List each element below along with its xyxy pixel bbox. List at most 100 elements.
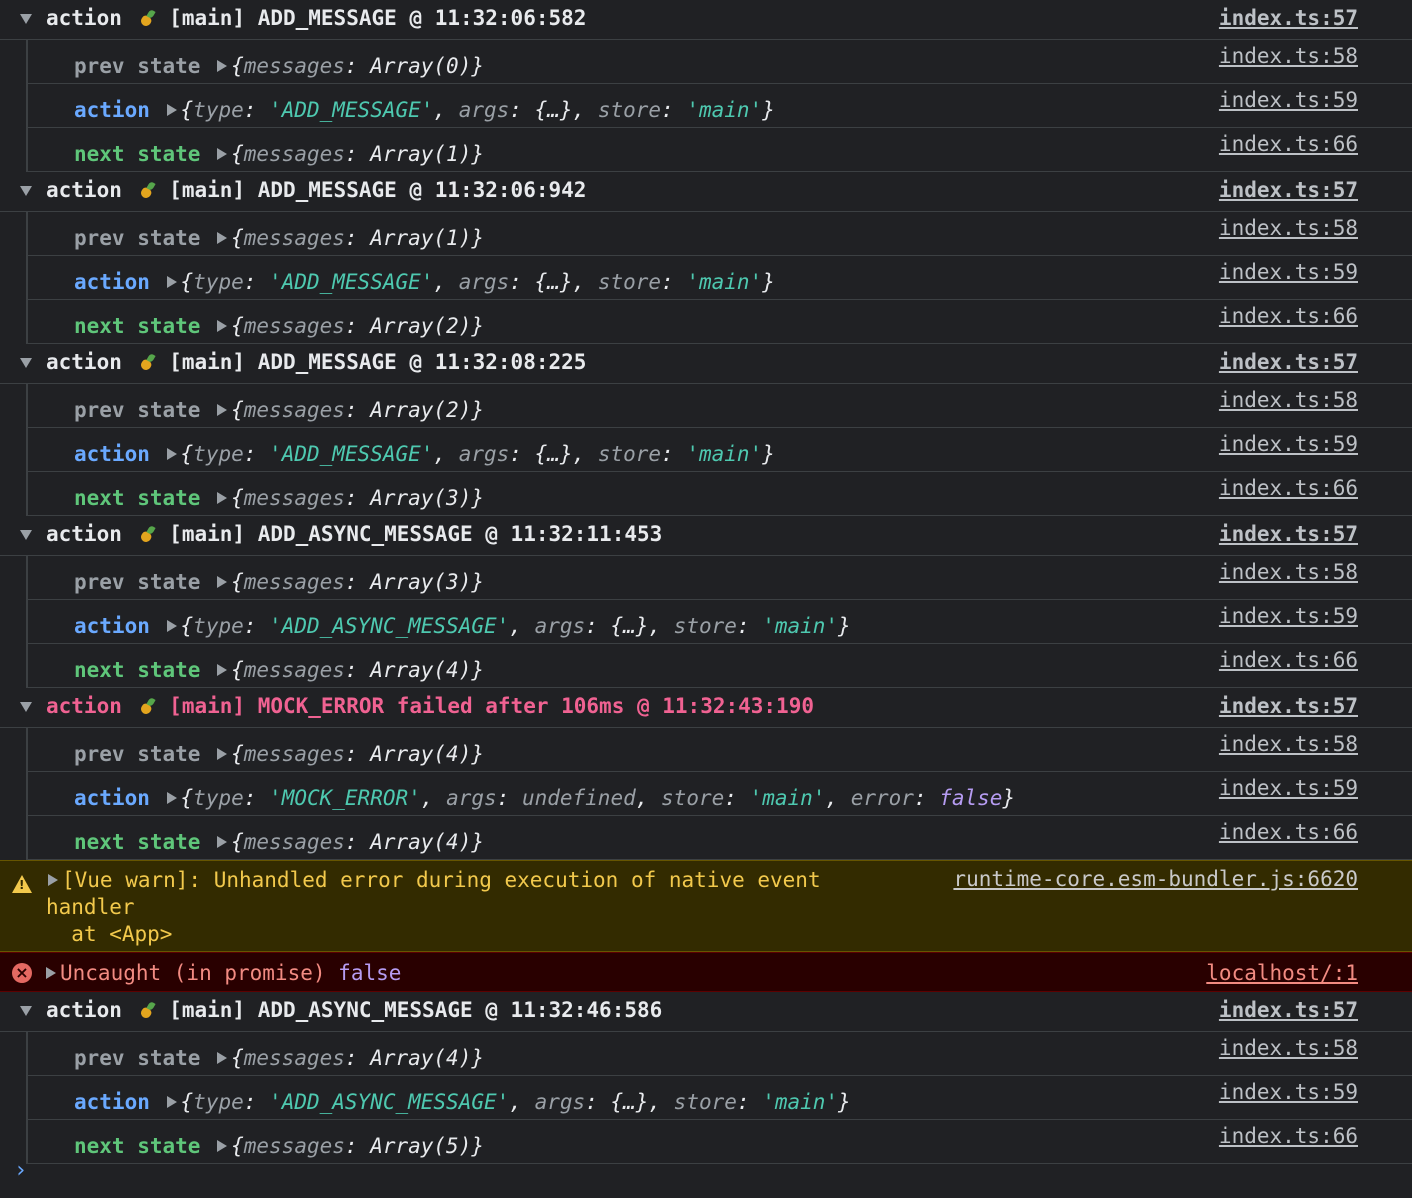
source-link[interactable]: index.ts:58	[1219, 732, 1358, 756]
source-link[interactable]: index.ts:59	[1219, 88, 1358, 112]
expand-triangle-icon[interactable]	[217, 1139, 228, 1152]
expand-triangle-icon[interactable]	[217, 835, 228, 848]
action-value[interactable]: {type: 'ADD_ASYNC_MESSAGE', args: {…}, s…	[181, 1090, 851, 1114]
source-link[interactable]: index.ts:57	[1219, 522, 1358, 546]
source-link[interactable]: index.ts:59	[1219, 776, 1358, 800]
expand-triangle-icon[interactable]	[217, 747, 228, 760]
group-header[interactable]: action [main] ADD_MESSAGE @ 11:32:06:942…	[0, 172, 1412, 212]
next-state-value[interactable]: {messages: Array(1)}	[231, 142, 484, 166]
source-link[interactable]: localhost/:1	[1206, 961, 1358, 985]
next-state-row: next state {messages: Array(1)} index.ts:…	[26, 128, 1412, 172]
source-link[interactable]: index.ts:59	[1219, 604, 1358, 628]
expand-triangle-icon[interactable]	[217, 147, 228, 160]
source-link[interactable]: index.ts:59	[1219, 1080, 1358, 1104]
source-link[interactable]: index.ts:57	[1219, 694, 1358, 718]
action-row: action {type: 'ADD_MESSAGE', args: {…}, …	[26, 428, 1412, 472]
action-value[interactable]: {type: 'ADD_MESSAGE', args: {…}, store: …	[181, 98, 775, 122]
group-header[interactable]: action [main] ADD_MESSAGE @ 11:32:08:225…	[0, 344, 1412, 384]
pineapple-icon	[137, 181, 155, 199]
group-header[interactable]: action [main] ADD_ASYNC_MESSAGE @ 11:32:…	[0, 516, 1412, 556]
expand-triangle-icon[interactable]	[166, 103, 177, 116]
source-link[interactable]: index.ts:57	[1219, 178, 1358, 202]
source-link[interactable]: index.ts:59	[1219, 260, 1358, 284]
prev-state-label: prev state	[74, 1046, 201, 1070]
source-link[interactable]: index.ts:58	[1219, 216, 1358, 240]
source-link[interactable]: index.ts:58	[1219, 560, 1358, 584]
action-row: action {type: 'ADD_MESSAGE', args: {…}, …	[26, 84, 1412, 128]
prev-state-value[interactable]: {messages: Array(1)}	[231, 226, 484, 250]
source-link[interactable]: runtime-core.esm-bundler.js:6620	[953, 867, 1358, 891]
source-link[interactable]: index.ts:66	[1219, 132, 1358, 156]
source-link[interactable]: index.ts:58	[1219, 388, 1358, 412]
prev-state-value[interactable]: {messages: Array(0)}	[231, 54, 484, 78]
prev-state-label: prev state	[74, 398, 201, 422]
group-header[interactable]: action [main] ADD_MESSAGE @ 11:32:06:582…	[0, 0, 1412, 40]
next-state-value[interactable]: {messages: Array(4)}	[231, 658, 484, 682]
action-row: action {type: 'MOCK_ERROR', args: undefi…	[26, 772, 1412, 816]
expand-triangle-icon[interactable]	[166, 447, 177, 460]
expand-triangle-icon[interactable]	[166, 1095, 177, 1108]
action-group: action [main] MOCK_ERROR failed after 10…	[0, 688, 1412, 860]
console-prompt[interactable]: ›	[14, 1158, 27, 1183]
action-group: action [main] ADD_ASYNC_MESSAGE @ 11:32:…	[0, 516, 1412, 688]
source-link[interactable]: index.ts:57	[1219, 6, 1358, 30]
prev-state-value[interactable]: {messages: Array(3)}	[231, 570, 484, 594]
source-link[interactable]: index.ts:66	[1219, 820, 1358, 844]
error-icon: ×	[12, 963, 32, 983]
expand-triangle-icon[interactable]	[166, 619, 177, 632]
expand-triangle-icon[interactable]	[217, 491, 228, 504]
expand-triangle-icon[interactable]	[217, 231, 228, 244]
expand-triangle-icon[interactable]	[46, 966, 56, 979]
collapse-triangle-icon[interactable]	[20, 702, 32, 712]
next-state-label: next state	[74, 658, 201, 682]
group-header[interactable]: action [main] ADD_ASYNC_MESSAGE @ 11:32:…	[0, 992, 1412, 1032]
error-text[interactable]: Uncaught (in promise) false	[46, 961, 401, 985]
expand-triangle-icon[interactable]	[166, 791, 177, 804]
action-value[interactable]: {type: 'ADD_ASYNC_MESSAGE', args: {…}, s…	[181, 614, 851, 638]
prev-state-row: prev state {messages: Array(4)} index.ts:…	[26, 728, 1412, 772]
collapse-triangle-icon[interactable]	[20, 530, 32, 540]
source-link[interactable]: index.ts:66	[1219, 304, 1358, 328]
group-header[interactable]: action [main] MOCK_ERROR failed after 10…	[0, 688, 1412, 728]
action-value[interactable]: {type: 'MOCK_ERROR', args: undefined, st…	[181, 786, 1016, 810]
collapse-triangle-icon[interactable]	[20, 358, 32, 368]
expand-triangle-icon[interactable]	[217, 403, 228, 416]
source-link[interactable]: index.ts:66	[1219, 476, 1358, 500]
action-label: action	[74, 270, 150, 294]
action-group: action [main] ADD_MESSAGE @ 11:32:08:225…	[0, 344, 1412, 516]
next-state-value[interactable]: {messages: Array(3)}	[231, 486, 484, 510]
source-link[interactable]: index.ts:57	[1219, 350, 1358, 374]
group-title: action [main] ADD_MESSAGE @ 11:32:06:942	[46, 178, 587, 202]
next-state-row: next state {messages: Array(4)} index.ts:…	[26, 644, 1412, 688]
expand-triangle-icon[interactable]	[217, 1051, 228, 1064]
prev-state-value[interactable]: {messages: Array(4)}	[231, 742, 484, 766]
group-title: action [main] ADD_ASYNC_MESSAGE @ 11:32:…	[46, 522, 663, 546]
warning-text[interactable]: [Vue warn]: Unhandled error during execu…	[46, 867, 886, 948]
expand-triangle-icon[interactable]	[217, 319, 228, 332]
source-link[interactable]: index.ts:58	[1219, 1036, 1358, 1060]
prev-state-label: prev state	[74, 54, 201, 78]
action-value[interactable]: {type: 'ADD_MESSAGE', args: {…}, store: …	[181, 442, 775, 466]
expand-triangle-icon[interactable]	[217, 59, 228, 72]
next-state-value[interactable]: {messages: Array(2)}	[231, 314, 484, 338]
collapse-triangle-icon[interactable]	[20, 14, 32, 24]
expand-triangle-icon[interactable]	[217, 663, 228, 676]
source-link[interactable]: index.ts:66	[1219, 648, 1358, 672]
collapse-triangle-icon[interactable]	[20, 1006, 32, 1016]
prev-state-value[interactable]: {messages: Array(4)}	[231, 1046, 484, 1070]
expand-triangle-icon[interactable]	[217, 575, 228, 588]
prev-state-value[interactable]: {messages: Array(2)}	[231, 398, 484, 422]
expand-triangle-icon[interactable]	[166, 275, 177, 288]
next-state-value[interactable]: {messages: Array(4)}	[231, 830, 484, 854]
expand-triangle-icon[interactable]	[48, 873, 58, 886]
source-link[interactable]: index.ts:59	[1219, 432, 1358, 456]
collapse-triangle-icon[interactable]	[20, 186, 32, 196]
uncaught-error-message: × Uncaught (in promise) false localhost/:1	[0, 952, 1412, 992]
console-log: action [main] ADD_MESSAGE @ 11:32:06:582…	[0, 0, 1412, 1164]
action-row: action {type: 'ADD_ASYNC_MESSAGE', args:…	[26, 1076, 1412, 1120]
next-state-value[interactable]: {messages: Array(5)}	[231, 1134, 484, 1158]
source-link[interactable]: index.ts:66	[1219, 1124, 1358, 1148]
action-value[interactable]: {type: 'ADD_MESSAGE', args: {…}, store: …	[181, 270, 775, 294]
source-link[interactable]: index.ts:58	[1219, 44, 1358, 68]
source-link[interactable]: index.ts:57	[1219, 998, 1358, 1022]
